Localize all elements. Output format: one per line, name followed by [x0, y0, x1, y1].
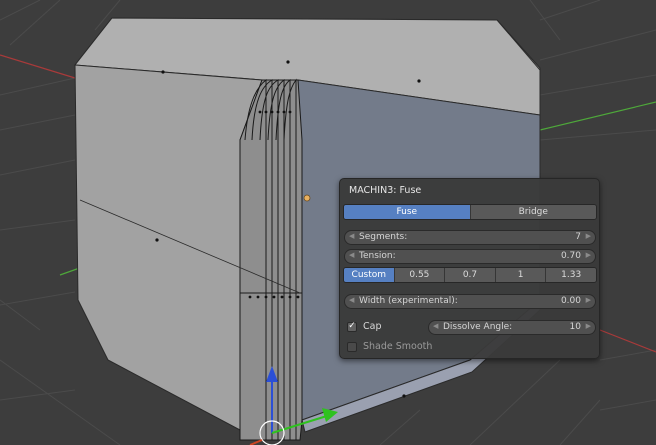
chevron-left-icon[interactable]: ◀: [433, 322, 438, 330]
width-field[interactable]: ◀ Width (experimental): 0.00 ▶: [344, 294, 596, 309]
chevron-right-icon[interactable]: ▶: [586, 322, 591, 330]
tab-bridge[interactable]: Bridge: [470, 205, 596, 219]
dissolve-angle-value: 10: [569, 322, 581, 332]
chevron-right-icon[interactable]: ▶: [586, 251, 591, 259]
tension-preset-07[interactable]: 0.7: [445, 268, 496, 282]
chevron-left-icon[interactable]: ◀: [349, 251, 354, 259]
chevron-right-icon[interactable]: ▶: [586, 232, 591, 240]
y-axis-line: [539, 101, 656, 131]
tension-presets: Custom 0.55 0.7 1 1.33: [343, 267, 597, 283]
cube-front-face[interactable]: [74, 64, 263, 431]
method-tabs: Fuse Bridge: [343, 204, 597, 220]
width-value: 0.00: [560, 296, 581, 306]
tension-label: Tension:: [359, 251, 396, 261]
tension-preset-055[interactable]: 0.55: [394, 268, 446, 282]
chevron-right-icon[interactable]: ▶: [586, 296, 591, 304]
shade-smooth-checkbox[interactable]: Shade Smooth: [347, 341, 432, 352]
x-axis-line-2: [599, 329, 656, 353]
dissolve-angle-label: Dissolve Angle:: [443, 322, 513, 332]
tension-value: 0.70: [560, 251, 581, 261]
x-axis-line: [0, 54, 76, 79]
chevron-left-icon[interactable]: ◀: [349, 296, 354, 304]
tension-preset-133[interactable]: 1.33: [546, 268, 596, 282]
shade-smooth-label: Shade Smooth: [363, 341, 433, 352]
check-icon[interactable]: ✓: [347, 321, 357, 332]
panel-title: MACHIN3: Fuse: [349, 185, 422, 196]
tension-field[interactable]: ◀ Tension: 0.70 ▶: [344, 249, 596, 264]
segments-value: 7: [575, 232, 581, 242]
fuse-operator-panel: MACHIN3: Fuse Fuse Bridge ◀ Segments: 7 …: [339, 178, 600, 359]
segments-field[interactable]: ◀ Segments: 7 ▶: [344, 230, 596, 245]
tension-preset-1[interactable]: 1: [495, 268, 547, 282]
cap-checkbox[interactable]: ✓ Cap: [347, 321, 382, 332]
chevron-left-icon[interactable]: ◀: [349, 232, 354, 240]
tension-preset-custom[interactable]: Custom: [344, 268, 395, 282]
unchecked-box-icon[interactable]: [347, 341, 357, 352]
segments-label: Segments:: [359, 232, 408, 242]
dissolve-angle-field[interactable]: ◀ Dissolve Angle: 10 ▶: [428, 320, 596, 335]
width-label: Width (experimental):: [359, 296, 458, 306]
origin-point-icon[interactable]: [303, 194, 311, 202]
tab-fuse[interactable]: Fuse: [344, 205, 471, 219]
cap-label: Cap: [363, 321, 382, 332]
